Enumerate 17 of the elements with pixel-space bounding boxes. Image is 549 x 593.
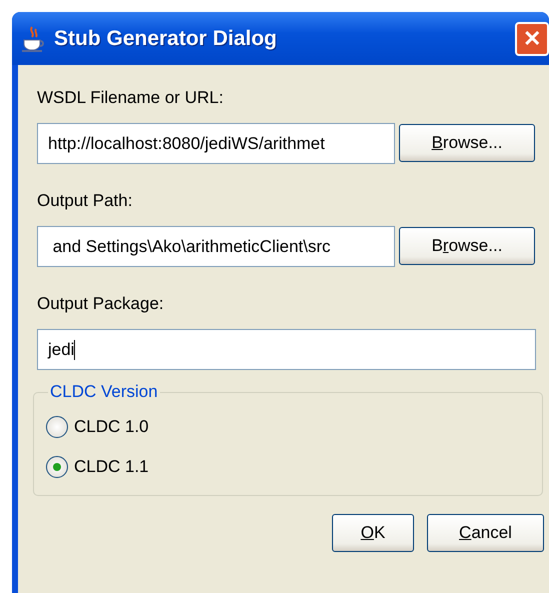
radio-button[interactable] — [46, 416, 68, 438]
field-label: Output Path: — [37, 190, 134, 212]
radio-label: CLDC 1.1 — [74, 456, 149, 478]
browse-button[interactable]: Browse... — [399, 124, 535, 162]
field-label: Output Package: — [37, 293, 165, 315]
input-field[interactable]: http://localhost:8080/jediWS/arithmet — [37, 123, 395, 164]
radio-button[interactable] — [46, 456, 68, 478]
input-field[interactable]: and Settings\Ako\arithmeticClient\src — [37, 226, 395, 267]
browse-button[interactable]: Browse... — [399, 227, 535, 265]
field-label: WSDL Filename or URL: — [37, 87, 224, 109]
close-button[interactable]: ✕ — [515, 22, 549, 56]
coffee-cup-icon — [20, 24, 46, 52]
window-title: Stub Generator Dialog — [54, 26, 277, 52]
input-field[interactable]: jedi — [37, 329, 536, 370]
radio-label: CLDC 1.0 — [74, 416, 149, 438]
cancel-button[interactable]: Cancel — [427, 514, 544, 552]
ok-button[interactable]: OK — [332, 514, 414, 552]
